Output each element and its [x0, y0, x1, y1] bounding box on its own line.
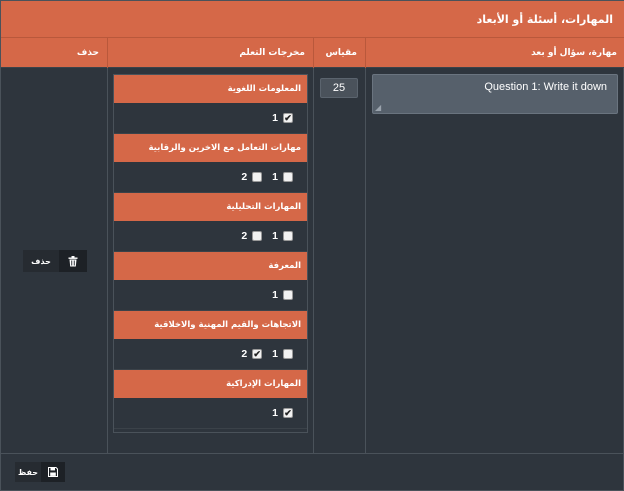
outcome-group-title: مهارات التعامل مع الاخرين والرقابية	[114, 134, 307, 162]
outcome-option[interactable]: 1	[272, 171, 293, 183]
outcome-group-options: ✔ 1	[114, 398, 307, 429]
outcome-group-title: المهارات التحليلية	[114, 193, 307, 221]
learning-outcomes-list: المعلومات اللغوية ✔ 1 مهارات التعامل مع الا…	[113, 74, 308, 433]
header-scale: مقياس	[325, 48, 357, 58]
header-question: مهارة، سؤال أو بعد	[531, 48, 617, 58]
outcome-option[interactable]: ✔ 1	[272, 407, 293, 419]
outcome-option-label: 1	[272, 230, 278, 242]
checkbox-icon[interactable]: ✔	[252, 349, 263, 359]
outcome-group-options: 12	[114, 221, 307, 252]
outcome-option-label: 1	[272, 171, 278, 183]
outcome-option-label: 2	[241, 348, 248, 360]
floppy-disk-icon	[41, 462, 65, 482]
outcome-option-label: 2	[241, 171, 248, 183]
outcome-group-title: المعرفة	[114, 252, 307, 280]
checkbox-icon[interactable]	[252, 172, 263, 182]
scale-input[interactable]: 25	[320, 78, 358, 98]
outcome-group-title: المهارات الإدراكية	[114, 370, 307, 398]
checkbox-icon[interactable]	[283, 172, 293, 182]
checkbox-icon[interactable]	[283, 290, 293, 300]
outcome-group-title: المعلومات اللغوية	[114, 75, 307, 103]
header-delete: حذف	[76, 48, 99, 58]
panel-title: المهارات، أسئلة أو الأبعاد	[1, 1, 624, 38]
outcome-option-label: 1	[272, 112, 278, 124]
outcome-option[interactable]: 1	[272, 289, 293, 301]
outcome-option[interactable]: 2	[241, 230, 263, 242]
outcome-option[interactable]: 1	[272, 230, 293, 242]
delete-label: حذف	[23, 250, 59, 272]
question-textarea[interactable]: Question 1: Write it down ◢	[372, 74, 618, 114]
outcome-group-options: ✔ 1	[114, 103, 307, 134]
save-label: حفظ	[15, 462, 41, 482]
outcome-option-label: 1	[272, 407, 278, 419]
checkbox-icon[interactable]	[252, 231, 263, 241]
checkbox-icon[interactable]	[283, 231, 293, 241]
outcome-group-options: 1 ✔ 2	[114, 339, 307, 370]
outcome-option-label: 1	[272, 348, 278, 360]
delete-button[interactable]: حذف	[23, 250, 87, 272]
outcome-option[interactable]: 1	[272, 348, 293, 360]
outcome-option-label: 2	[241, 230, 248, 242]
question-text: Question 1: Write it down	[484, 81, 607, 93]
outcome-group-title: الاتجاهات والقيم المهنية والاخلاقية	[114, 311, 307, 339]
table-header: مهارة، سؤال أو بعد مقياس مخرجات التعلم ح…	[1, 38, 624, 68]
resize-grip-icon[interactable]: ◢	[375, 103, 381, 112]
checkbox-icon[interactable]: ✔	[283, 113, 293, 123]
outcome-group-options: 12	[114, 162, 307, 193]
outcome-option[interactable]: ✔ 2	[241, 348, 263, 360]
outcome-option[interactable]: 2	[241, 171, 263, 183]
checkbox-icon[interactable]: ✔	[283, 408, 293, 418]
skills-panel: المهارات، أسئلة أو الأبعاد مهارة، سؤال أ…	[0, 0, 624, 491]
trash-icon	[59, 250, 87, 272]
outcome-option-label: 1	[272, 289, 278, 301]
save-button[interactable]: حفظ	[15, 462, 65, 482]
outcome-group-options: 1	[114, 280, 307, 311]
header-outcomes: مخرجات التعلم	[239, 48, 305, 58]
outcome-option[interactable]: ✔ 1	[272, 112, 293, 124]
checkbox-icon[interactable]	[283, 349, 293, 359]
